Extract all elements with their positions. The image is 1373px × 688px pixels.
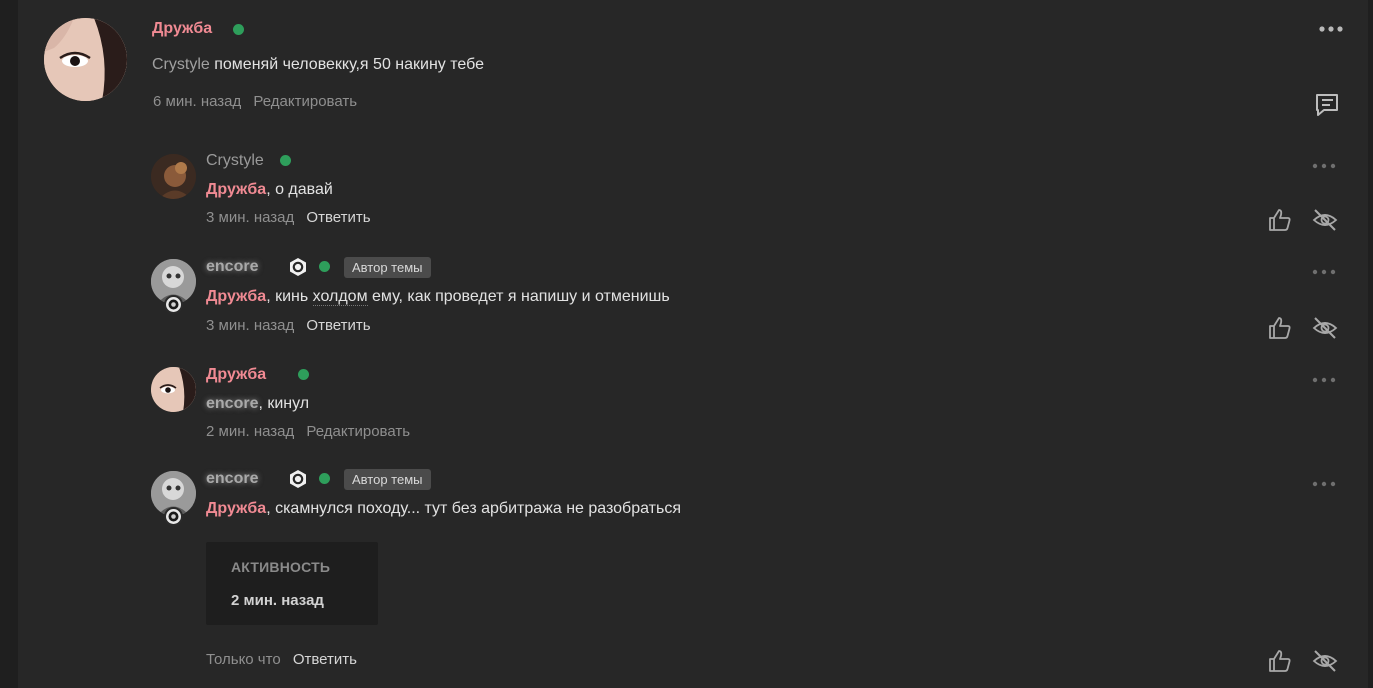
avatar[interactable]	[44, 18, 127, 101]
comment-meta: Только что Ответить	[206, 651, 357, 668]
timestamp: 3 мин. назад	[206, 317, 295, 334]
activity-label: АКТИВНОСТЬ	[231, 559, 331, 575]
avatar-status-ring	[164, 295, 183, 314]
comment-text: Дружба, о давай	[206, 181, 333, 199]
online-status-icon	[319, 473, 330, 484]
online-status-icon	[233, 24, 244, 35]
comment-body: , о давай	[266, 181, 333, 198]
comment-author[interactable]: Дружба	[152, 20, 212, 38]
comment-body: , кинь	[266, 288, 313, 305]
comment-meta: 2 мин. назад Редактировать	[206, 423, 410, 440]
comment-body: ему, как проведет я напишу и отменишь	[367, 288, 670, 305]
eye-off-icon[interactable]	[1312, 648, 1338, 674]
eye-off-icon[interactable]	[1312, 207, 1338, 233]
more-dots-icon[interactable]	[1318, 24, 1344, 34]
comment-body: поменяй человекку,я 50 накину тебе	[209, 56, 484, 73]
online-status-icon	[298, 369, 309, 380]
comment-meta: 3 мин. назад Ответить	[206, 209, 371, 226]
avatar[interactable]	[151, 367, 196, 412]
term-link[interactable]: холдом	[312, 288, 368, 306]
shield-icon	[290, 470, 306, 488]
activity-value: 2 мин. назад	[231, 592, 324, 609]
comment-meta: 3 мин. назад Ответить	[206, 317, 371, 334]
avatar-status-ring	[164, 507, 183, 526]
topic-author-badge: Автор темы	[344, 257, 431, 278]
comment-body: , кинул	[258, 395, 310, 412]
thumbs-up-icon[interactable]	[1267, 207, 1293, 233]
timestamp: 6 мин. назад	[153, 93, 242, 110]
timestamp: Только что	[206, 651, 281, 668]
reply-button[interactable]: Ответить	[306, 317, 370, 334]
edit-button[interactable]: Редактировать	[306, 423, 410, 440]
eye-off-icon[interactable]	[1312, 315, 1338, 341]
comment-author[interactable]: encore	[206, 470, 258, 488]
avatar[interactable]	[151, 154, 196, 199]
comment-author[interactable]: encore	[206, 258, 258, 276]
comments-panel: Дружба Crystyle поменяй человекку,я 50 н…	[18, 0, 1368, 688]
comment-meta: 6 мин. назад Редактировать	[153, 93, 357, 110]
mention[interactable]: Дружба	[206, 181, 266, 198]
mention[interactable]: Crystyle	[152, 56, 210, 73]
timestamp: 3 мин. назад	[206, 209, 295, 226]
more-dots-icon[interactable]	[1311, 375, 1337, 385]
comment-body: , скамнулся походу... тут без арбитража …	[266, 500, 681, 517]
reply-button[interactable]: Ответить	[306, 209, 370, 226]
activity-card: АКТИВНОСТЬ 2 мин. назад	[206, 542, 378, 625]
comment-text: Дружба, скамнулся походу... тут без арби…	[206, 500, 681, 518]
mention[interactable]: encore	[206, 395, 258, 412]
online-status-icon	[280, 155, 291, 166]
comment-text: encore, кинул	[206, 395, 309, 413]
edit-button[interactable]: Редактировать	[253, 93, 357, 110]
topic-author-badge: Автор темы	[344, 469, 431, 490]
comment-text: Crystyle поменяй человекку,я 50 накину т…	[152, 56, 484, 74]
thumbs-up-icon[interactable]	[1267, 315, 1293, 341]
more-dots-icon[interactable]	[1311, 161, 1337, 171]
comment-reply-icon[interactable]	[1314, 91, 1340, 117]
mention[interactable]: Дружба	[206, 500, 266, 517]
mention[interactable]: Дружба	[206, 288, 266, 305]
thumbs-up-icon[interactable]	[1267, 648, 1293, 674]
more-dots-icon[interactable]	[1311, 267, 1337, 277]
online-status-icon	[319, 261, 330, 272]
timestamp: 2 мин. назад	[206, 423, 295, 440]
comment-author[interactable]: Дружба	[206, 366, 266, 384]
comment-author[interactable]: Crystyle	[206, 152, 264, 170]
shield-icon	[290, 258, 306, 276]
more-dots-icon[interactable]	[1311, 479, 1337, 489]
reply-button[interactable]: Ответить	[293, 651, 357, 668]
comment-text: Дружба, кинь холдом ему, как проведет я …	[206, 288, 670, 306]
